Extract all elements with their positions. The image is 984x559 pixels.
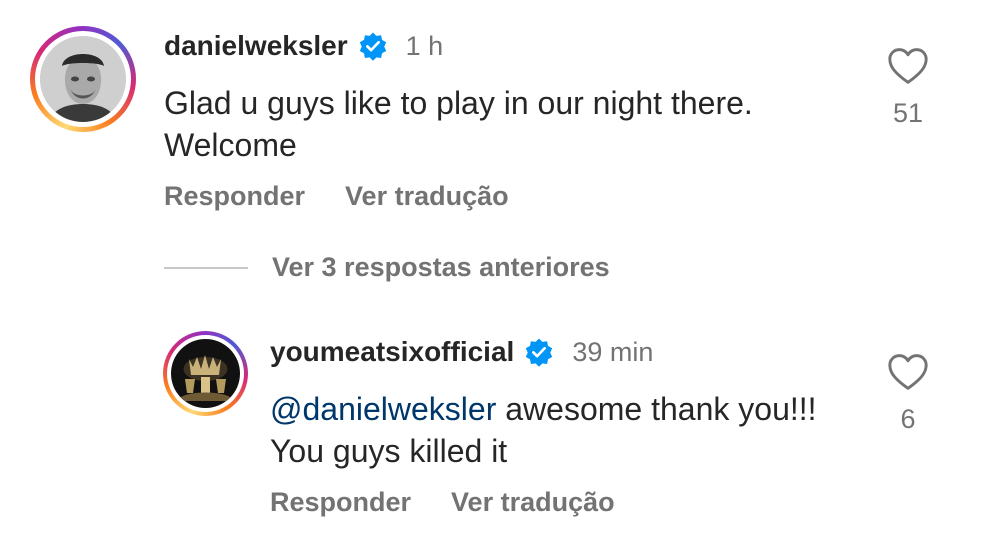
comment-actions: Responder Ver tradução bbox=[164, 181, 549, 212]
verified-badge-icon bbox=[524, 337, 554, 367]
view-replies-label[interactable]: Ver 3 respostas anteriores bbox=[272, 252, 610, 283]
comment-text: Glad u guys like to play in our night th… bbox=[164, 85, 753, 163]
view-previous-replies[interactable]: Ver 3 respostas anteriores bbox=[164, 252, 610, 283]
comment-item: danielweksler 1 h Glad u guys like to pl… bbox=[0, 0, 984, 240]
avatar[interactable] bbox=[40, 36, 126, 122]
like-count: 51 bbox=[892, 98, 924, 128]
username-link[interactable]: danielweksler bbox=[164, 30, 348, 62]
like-area: 51 bbox=[878, 46, 938, 129]
comment-timestamp: 39 min bbox=[572, 336, 654, 367]
comment-timestamp: 1 h bbox=[405, 30, 444, 61]
reply-button[interactable]: Responder bbox=[164, 181, 305, 212]
heart-outline-icon[interactable] bbox=[886, 46, 930, 86]
see-translation-button[interactable]: Ver tradução bbox=[451, 487, 615, 518]
username-link[interactable]: youmeatsixofficial bbox=[270, 336, 514, 368]
reply-item: youmeatsixofficial 39 min @danielweksler… bbox=[0, 300, 984, 559]
reply-button[interactable]: Responder bbox=[270, 487, 411, 518]
comment-header: youmeatsixofficial 39 min bbox=[270, 336, 653, 368]
comment-text: @danielweksler awesome thank you!!! You … bbox=[270, 388, 830, 472]
see-translation-button[interactable]: Ver tradução bbox=[345, 181, 509, 212]
comment-header: danielweksler 1 h bbox=[164, 30, 443, 62]
mention-link[interactable]: @danielweksler bbox=[270, 391, 496, 427]
verified-badge-icon bbox=[358, 31, 388, 61]
avatar[interactable] bbox=[171, 339, 240, 408]
heart-outline-icon[interactable] bbox=[886, 352, 930, 392]
divider-line bbox=[164, 266, 248, 269]
like-count: 6 bbox=[900, 404, 916, 434]
comment-actions: Responder Ver tradução bbox=[270, 487, 655, 518]
like-area: 6 bbox=[878, 352, 938, 435]
